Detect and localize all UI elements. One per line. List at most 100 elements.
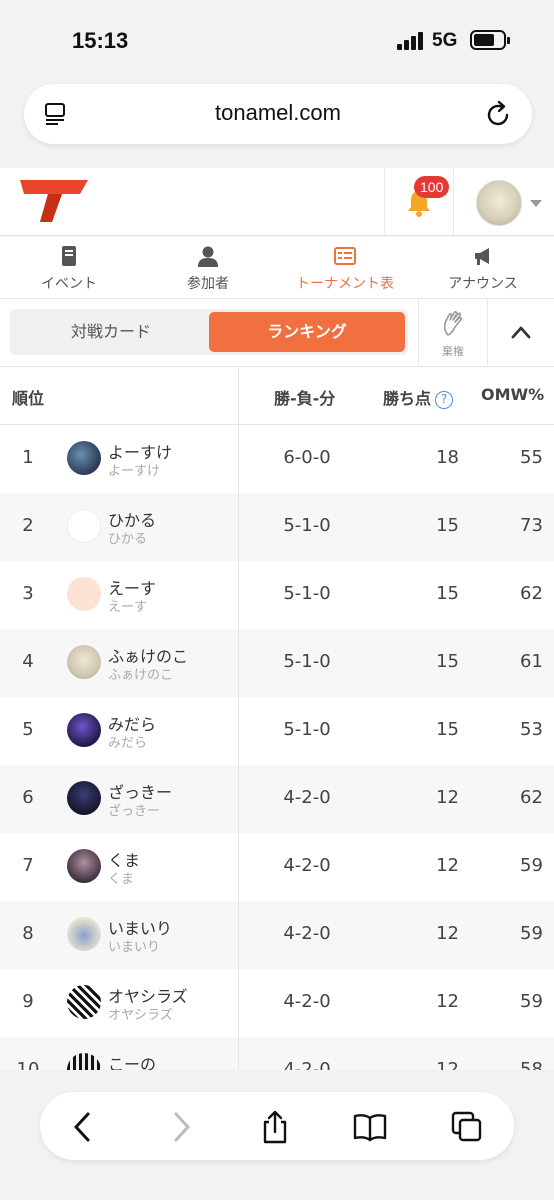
omw-cell: 55 bbox=[520, 447, 543, 468]
player-subname: いまいり bbox=[108, 940, 161, 955]
rank-cell: 3 bbox=[22, 583, 34, 604]
rank-cell: 4 bbox=[22, 651, 34, 672]
points-cell: 12 bbox=[436, 923, 459, 944]
megaphone-icon bbox=[475, 248, 489, 265]
table-row[interactable]: 1 よーすけ よーすけ 6-0-0 18 55 bbox=[0, 425, 554, 493]
tab-announce[interactable]: アナウンス bbox=[414, 237, 552, 299]
player-avatar bbox=[67, 441, 101, 475]
player-avatar bbox=[67, 985, 101, 1019]
record-cell: 4-2-0 bbox=[283, 991, 331, 1012]
record-cell: 4-2-0 bbox=[283, 855, 331, 876]
player-subname: みだら bbox=[108, 736, 148, 751]
omw-cell: 53 bbox=[520, 719, 543, 740]
ranking-button[interactable]: ランキング bbox=[209, 312, 405, 352]
hand-wave-icon[interactable] bbox=[439, 309, 469, 339]
chevron-up-icon[interactable] bbox=[510, 323, 532, 341]
table-row[interactable]: 9 オヤシラズ オヤシラズ 4-2-0 12 59 bbox=[0, 969, 554, 1037]
points-cell: 12 bbox=[436, 787, 459, 808]
back-icon[interactable] bbox=[66, 1110, 100, 1144]
rank-cell: 1 bbox=[22, 447, 34, 468]
player-avatar bbox=[67, 645, 101, 679]
url-text[interactable]: tonamel.com bbox=[24, 100, 532, 126]
tabs-icon[interactable] bbox=[450, 1110, 484, 1144]
record-cell: 5-1-0 bbox=[283, 515, 331, 536]
player-subname: ざっきー bbox=[108, 804, 161, 819]
browser-toolbar bbox=[40, 1092, 514, 1160]
record-cell: 4-2-0 bbox=[283, 787, 331, 808]
notification-badge: 100 bbox=[414, 176, 450, 198]
record-cell: 4-2-0 bbox=[283, 1059, 331, 1070]
ranking-table: 順位 勝-負-分 勝ち点? OMW% 1 よーすけ よーすけ 6-0-0 18 55 2 ひか… bbox=[0, 367, 554, 1070]
app-header bbox=[0, 168, 554, 236]
player-avatar bbox=[67, 917, 101, 951]
table-row[interactable]: 4 ふぁけのこ ふぁけのこ 5-1-0 15 61 bbox=[0, 629, 554, 697]
rank-cell: 8 bbox=[22, 923, 34, 944]
omw-cell: 62 bbox=[520, 583, 543, 604]
browser-bottom-bar bbox=[0, 1070, 554, 1200]
bracket-icon bbox=[334, 247, 356, 265]
omw-cell: 73 bbox=[520, 515, 543, 536]
player-subname: オヤシラズ bbox=[108, 1008, 173, 1023]
header-omw: OMW% bbox=[481, 385, 545, 404]
help-icon[interactable]: ? bbox=[435, 390, 454, 409]
record-cell: 5-1-0 bbox=[283, 719, 331, 740]
points-cell: 15 bbox=[436, 515, 459, 536]
share-icon[interactable] bbox=[258, 1110, 292, 1144]
player-avatar bbox=[67, 577, 101, 611]
points-cell: 15 bbox=[436, 583, 459, 604]
player-avatar bbox=[67, 849, 101, 883]
player-avatar bbox=[67, 509, 101, 543]
tab-label: トーナメント表 bbox=[296, 276, 394, 292]
tab-bracket[interactable]: トーナメント表 bbox=[276, 237, 414, 299]
tab-bar: イベント 参加者 トーナメント表 アナウンス bbox=[0, 237, 554, 299]
omw-cell: 59 bbox=[520, 855, 543, 876]
reload-icon[interactable] bbox=[486, 100, 512, 128]
record-cell: 6-0-0 bbox=[283, 447, 331, 468]
chevron-down-icon[interactable] bbox=[530, 200, 542, 207]
table-row[interactable]: 2 ひかる ひかる 5-1-0 15 73 bbox=[0, 493, 554, 561]
points-cell: 12 bbox=[436, 991, 459, 1012]
forward-icon[interactable] bbox=[164, 1110, 198, 1144]
view-toggle-bar: 対戦カード ランキング 棄権 bbox=[0, 299, 554, 367]
record-cell: 5-1-0 bbox=[283, 651, 331, 672]
address-bar[interactable]: tonamel.com bbox=[24, 84, 532, 144]
battery-icon bbox=[470, 30, 510, 50]
player-avatar bbox=[67, 713, 101, 747]
tab-participants[interactable]: 参加者 bbox=[139, 237, 277, 299]
tab-label: イベント bbox=[41, 276, 97, 292]
player-subname: えーす bbox=[108, 600, 148, 615]
tonamel-logo-icon[interactable] bbox=[18, 178, 90, 224]
table-row[interactable]: 6 ざっきー ざっきー 4-2-0 12 62 bbox=[0, 765, 554, 833]
status-time: 15:13 bbox=[72, 28, 129, 53]
header-rank: 順位 bbox=[12, 389, 45, 408]
rank-cell: 9 bbox=[22, 991, 34, 1012]
points-cell: 12 bbox=[436, 1059, 459, 1070]
player-avatar bbox=[67, 1053, 101, 1070]
points-cell: 18 bbox=[436, 447, 459, 468]
rank-cell: 7 bbox=[22, 855, 34, 876]
rank-cell: 10 bbox=[16, 1059, 40, 1070]
player-subname: ふぁけのこ bbox=[108, 668, 174, 683]
abstain-label: 棄権 bbox=[442, 345, 464, 358]
table-row[interactable]: 3 えーす えーす 5-1-0 15 62 bbox=[0, 561, 554, 629]
omw-cell: 59 bbox=[520, 991, 543, 1012]
tab-event[interactable]: イベント bbox=[0, 237, 138, 299]
player-subname: よーすけ bbox=[108, 464, 161, 479]
bookmarks-icon[interactable] bbox=[353, 1110, 387, 1144]
table-row[interactable]: 5 みだら みだら 5-1-0 15 53 bbox=[0, 697, 554, 765]
match-cards-button[interactable]: 対戦カード bbox=[13, 312, 209, 352]
points-cell: 12 bbox=[436, 855, 459, 876]
segmented-control: 対戦カード ランキング bbox=[10, 309, 408, 355]
rank-cell: 2 bbox=[22, 515, 34, 536]
user-avatar[interactable] bbox=[476, 180, 522, 226]
table-row[interactable]: 10 こーの 4-2-0 12 58 bbox=[0, 1037, 554, 1070]
omw-cell: 59 bbox=[520, 923, 543, 944]
table-row[interactable]: 7 くま くま 4-2-0 12 59 bbox=[0, 833, 554, 901]
omw-cell: 62 bbox=[520, 787, 543, 808]
player-avatar bbox=[67, 781, 101, 815]
table-row[interactable]: 8 いまいり いまいり 4-2-0 12 59 bbox=[0, 901, 554, 969]
record-cell: 4-2-0 bbox=[283, 923, 331, 944]
person-icon bbox=[198, 246, 218, 267]
player-name[interactable]: こーの bbox=[108, 1051, 156, 1070]
omw-cell: 61 bbox=[520, 651, 543, 672]
